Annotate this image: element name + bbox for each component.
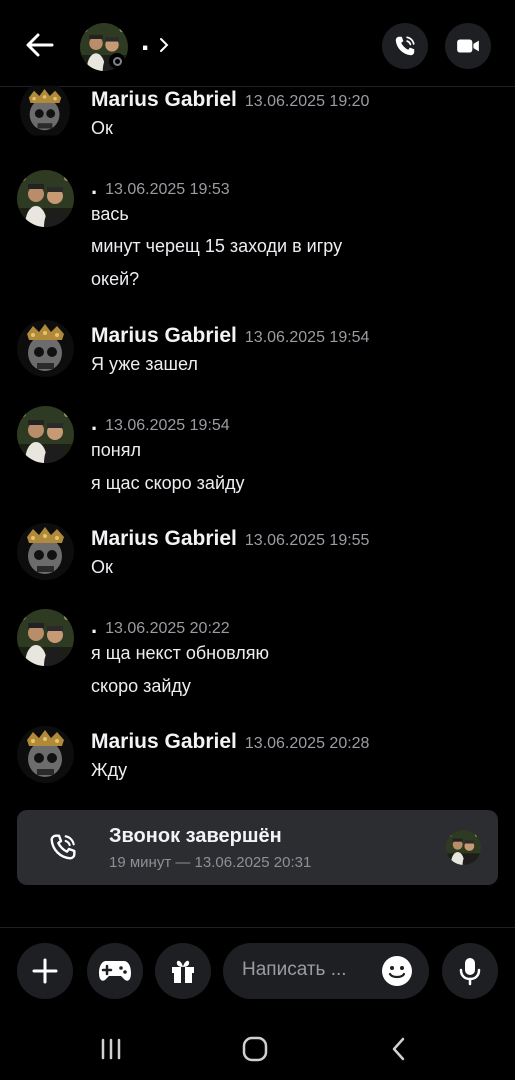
chat-screen: . Marius Gabriel 13.06.2025 19:20 Ок . 1… — [0, 0, 515, 1080]
message-author[interactable]: Marius Gabriel — [91, 88, 237, 111]
voice-call-button[interactable] — [382, 23, 428, 69]
call-ended-card[interactable]: Звонок завершён 19 минут — 13.06.2025 20… — [17, 810, 498, 885]
avatar[interactable] — [17, 170, 74, 227]
channel-title[interactable]: . — [141, 26, 149, 56]
chat-header: . — [0, 0, 515, 87]
avatar[interactable] — [20, 82, 70, 139]
plus-icon — [32, 958, 58, 984]
message-text: Ок — [91, 557, 113, 577]
add-attachment-button[interactable] — [17, 943, 73, 999]
message-text: минут черещ 15 заходи в игру — [91, 236, 343, 256]
message-timestamp: 13.06.2025 19:54 — [105, 417, 230, 434]
message-author[interactable]: Marius Gabriel — [91, 324, 237, 347]
message-author[interactable]: Marius Gabriel — [91, 730, 237, 753]
message-group[interactable]: Marius Gabriel 13.06.2025 19:54 Я уже заш… — [0, 320, 515, 390]
message-text: окей? — [91, 269, 140, 289]
gamepad-icon — [99, 961, 131, 981]
microphone-icon — [459, 958, 481, 986]
emoji-button[interactable] — [381, 955, 413, 987]
message-timestamp: 13.06.2025 19:53 — [105, 181, 230, 198]
avatar[interactable] — [17, 726, 74, 783]
message-text: я щас скоро зайду — [91, 473, 245, 493]
message-text: понял — [91, 440, 141, 460]
message-timestamp: 13.06.2025 19:55 — [244, 532, 370, 549]
message-author[interactable]: . — [91, 613, 97, 638]
recent-apps-button[interactable] — [94, 1032, 128, 1066]
message-timestamp: 13.06.2025 20:22 — [105, 620, 230, 637]
back-button[interactable] — [22, 27, 58, 63]
avatar — [446, 830, 481, 865]
message-timestamp: 13.06.2025 19:54 — [244, 329, 370, 346]
chevron-right-icon[interactable] — [157, 36, 171, 54]
call-status-title: Звонок завершён — [109, 825, 282, 847]
recent-apps-icon — [101, 1038, 121, 1060]
message-input-placeholder[interactable]: Написать ... — [242, 959, 347, 981]
message-input[interactable]: Написать ... — [223, 943, 429, 999]
message-group[interactable]: . 13.06.2025 19:53 вась минут черещ 15 за… — [0, 170, 515, 300]
message-text: Жду — [91, 760, 128, 780]
message-group[interactable]: . 13.06.2025 20:22 я ща некст обновляю ск… — [0, 609, 515, 709]
avatar[interactable] — [17, 320, 74, 377]
home-button[interactable] — [238, 1032, 272, 1066]
avatar[interactable] — [17, 523, 74, 580]
message-group[interactable]: Marius Gabriel 13.06.2025 19:55 Ок — [0, 523, 515, 593]
phone-call-icon — [395, 36, 415, 56]
activities-button[interactable] — [87, 943, 143, 999]
home-icon — [242, 1036, 268, 1062]
message-author[interactable]: Marius Gabriel — [91, 527, 237, 550]
chevron-left-icon — [392, 1037, 405, 1061]
avatar[interactable] — [17, 609, 74, 666]
message-text: Ок — [91, 118, 113, 138]
gift-icon — [172, 960, 194, 983]
message-author[interactable]: . — [91, 174, 97, 199]
message-group[interactable]: Marius Gabriel 13.06.2025 20:28 Жду — [0, 726, 515, 796]
message-group[interactable]: . 13.06.2025 19:54 понял я щас скоро зайд… — [0, 406, 515, 506]
system-back-button[interactable] — [382, 1032, 416, 1066]
message-text: скоро зайду — [91, 676, 191, 696]
video-camera-icon — [457, 39, 479, 53]
voice-message-button[interactable] — [442, 943, 498, 999]
message-author[interactable]: . — [91, 410, 97, 435]
message-timestamp: 13.06.2025 20:28 — [244, 735, 370, 752]
divider — [0, 927, 515, 928]
video-call-button[interactable] — [445, 23, 491, 69]
phone-call-icon — [47, 831, 79, 863]
avatar[interactable] — [17, 406, 74, 463]
message-timestamp: 13.06.2025 19:20 — [244, 93, 370, 110]
call-duration: 19 минут — 13.06.2025 20:31 — [109, 854, 312, 871]
message-text: вась — [91, 204, 129, 224]
offline-status-icon — [109, 53, 125, 69]
message-text: Я уже зашел — [91, 354, 198, 374]
emoji-icon — [382, 956, 412, 986]
message-group[interactable]: Marius Gabriel 13.06.2025 19:20 Ок — [0, 82, 515, 152]
gift-button[interactable] — [155, 943, 211, 999]
arrow-left-icon — [26, 33, 54, 57]
message-text: я ща некст обновляю — [91, 643, 270, 663]
